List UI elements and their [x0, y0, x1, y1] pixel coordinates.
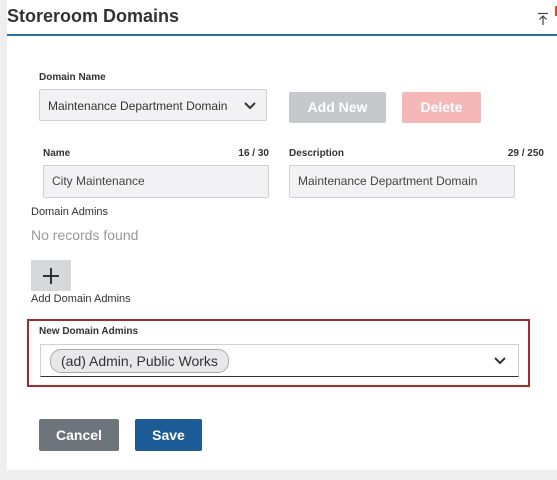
page-header: Storeroom Domains: [7, 0, 557, 36]
save-button[interactable]: Save: [135, 419, 202, 451]
plus-icon: [43, 268, 59, 284]
page-title: Storeroom Domains: [7, 6, 180, 26]
domain-name-label: Domain Name: [39, 72, 106, 83]
domain-admins-empty-text: No records found: [31, 227, 139, 243]
name-input[interactable]: City Maintenance: [43, 165, 269, 198]
domain-name-select[interactable]: Maintenance Department Domain: [39, 89, 267, 121]
name-label: Name: [43, 148, 71, 159]
chevron-down-icon: [494, 357, 506, 365]
chevron-down-icon: [244, 102, 256, 110]
add-domain-admins-button[interactable]: [31, 260, 71, 291]
collapse-up-icon[interactable]: [537, 12, 549, 26]
add-domain-admins-label: Add Domain Admins: [31, 293, 131, 305]
description-label: Description: [289, 148, 345, 159]
cancel-button[interactable]: Cancel: [39, 419, 119, 451]
domain-name-value: Maintenance Department Domain: [48, 99, 228, 113]
storeroom-domains-page: Storeroom Domains Domain Name Maintenanc…: [0, 0, 557, 480]
domain-form-panel: Domain Name Maintenance Department Domai…: [7, 36, 557, 470]
description-char-counter: 29 / 250: [507, 148, 544, 159]
new-domain-admins-label: New Domain Admins: [39, 326, 139, 337]
add-new-button[interactable]: Add New: [289, 92, 386, 123]
domain-admins-label: Domain Admins: [31, 206, 109, 218]
new-domain-admins-select[interactable]: (ad) Admin, Public Works: [40, 344, 519, 377]
description-input[interactable]: Maintenance Department Domain: [289, 165, 515, 198]
bottom-gutter: [0, 470, 557, 480]
name-char-counter: 16 / 30: [238, 148, 269, 159]
admin-chip[interactable]: (ad) Admin, Public Works: [50, 349, 229, 373]
delete-button[interactable]: Delete: [402, 92, 481, 123]
